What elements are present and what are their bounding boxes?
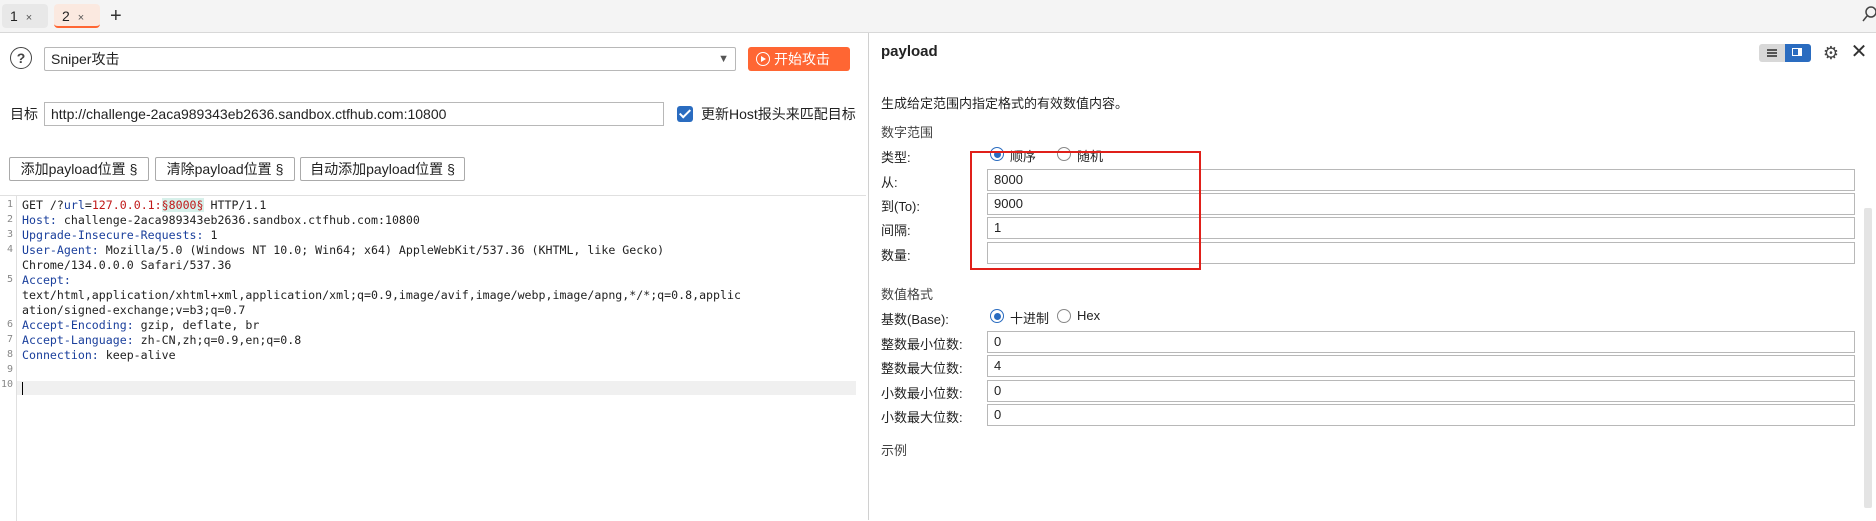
close-tab-icon[interactable]: × [26,12,32,24]
view-toggle [1759,44,1811,62]
tab-bar: 1 × 2 × + [0,0,1876,33]
number-format-heading: 数值格式 [881,287,934,302]
update-host-checkbox[interactable] [677,106,693,122]
base-decimal-radio[interactable] [990,309,1004,323]
from-label: 从: [881,175,898,190]
number-range-heading: 数字范围 [881,125,934,140]
header-upgrade-insecure: Upgrade-Insecure-Requests: 1 [22,228,218,242]
add-payload-position-button[interactable]: 添加payload位置 § [9,157,149,181]
line-number-gutter: 1 2 3 4 5 6 7 8 9 10 [0,196,17,521]
header-accept: Accept: [22,273,71,287]
close-tab-icon[interactable]: × [78,12,84,24]
panel-scrollbar[interactable] [1864,208,1872,508]
tab-1[interactable]: 1 × [2,4,48,28]
header-accept-language: Accept-Language: zh-CN,zh;q=0.9,en;q=0.8 [22,333,302,347]
type-label: 类型: [881,150,911,165]
panel-title: payload [881,43,938,60]
header-user-agent-cont: Chrome/134.0.0.0 Safari/537.36 [22,258,232,272]
payload-description: 生成给定范围内指定格式的有效数值内容。 [881,96,1129,111]
header-accept-cont: text/html,application/xhtml+xml,applicat… [22,288,741,302]
int-min-digits-input[interactable]: 0 [987,331,1855,353]
header-connection: Connection: keep-alive [22,348,176,362]
line-number: 4 [6,244,13,255]
examples-heading: 示例 [881,443,908,458]
help-icon[interactable]: ? [10,47,32,69]
line-number: 6 [6,319,13,330]
base-decimal-label: 十进制 [1010,311,1050,326]
tab-2[interactable]: 2 × [54,4,100,28]
header-user-agent: User-Agent: Mozilla/5.0 (Windows NT 10.0… [22,243,665,257]
close-icon[interactable]: ✕ [1849,41,1869,63]
line-number: 10 [1,379,14,390]
start-attack-button[interactable]: 开始攻击 [748,47,850,71]
gear-icon[interactable]: ⚙ [1821,43,1841,63]
add-tab-button[interactable]: + [110,4,122,28]
line-number: 5 [6,274,13,285]
int-max-digits-label: 整数最大位数: [881,361,963,376]
base-hex-label: Hex [1077,308,1101,323]
line-number: 1 [6,199,13,210]
request-line: GET /?url=127.0.0.1:§8000§ HTTP/1.1 [22,198,267,212]
tab-label: 2 [62,8,70,24]
current-line-highlight [17,381,856,395]
count-label: 数量: [881,248,911,263]
line-number: 3 [6,229,13,240]
frac-max-digits-input[interactable]: 0 [987,404,1855,426]
update-host-label: 更新Host报头来匹配目标 [701,106,856,122]
request-editor[interactable]: 1 2 3 4 5 6 7 8 9 10 GET /?url=127.0.0.1… [0,195,866,521]
line-number: 9 [6,364,13,375]
highlight-box [970,151,1201,270]
panel-view-icon[interactable] [1785,44,1811,62]
frac-min-digits-label: 小数最小位数: [881,386,963,401]
text-caret [22,382,23,395]
auto-add-payload-position-button[interactable]: 自动添加payload位置 § [300,157,465,181]
step-label: 间隔: [881,223,911,238]
attack-type-select[interactable]: Sniper攻击 ▼ [44,47,736,71]
base-label: 基数(Base): [881,312,949,327]
target-url-input[interactable]: http://challenge-2aca989343eb2636.sandbo… [44,102,664,126]
tab-label: 1 [10,8,18,24]
header-accept-encoding: Accept-Encoding: gzip, deflate, br [22,318,260,332]
frac-max-digits-label: 小数最大位数: [881,410,963,425]
header-host: Host: challenge-2aca989343eb2636.sandbox… [22,213,420,227]
chevron-down-icon: ▼ [718,53,729,65]
list-view-icon[interactable] [1759,44,1785,62]
play-circle-icon [756,52,770,66]
frac-min-digits-input[interactable]: 0 [987,380,1855,402]
payload-settings-panel: payload ⚙ ✕ 生成给定范围内指定格式的有效数值内容。 数字范围 类型:… [868,33,1876,520]
target-label: 目标 [10,106,38,122]
intruder-positions-pane: ? Sniper攻击 ▼ 开始攻击 目标 http://challenge-2a… [0,33,866,521]
header-accept-cont: ation/signed-exchange;v=b3;q=0.7 [22,303,246,317]
base-hex-radio[interactable] [1057,309,1071,323]
start-attack-label: 开始攻击 [774,51,830,67]
line-number: 8 [6,349,13,360]
int-max-digits-input[interactable]: 4 [987,355,1855,377]
search-icon[interactable] [1862,4,1876,26]
to-label: 到(To): [881,199,921,214]
line-number: 7 [6,334,13,345]
clear-payload-position-button[interactable]: 清除payload位置 § [155,157,295,181]
attack-type-value: Sniper攻击 [51,51,120,67]
int-min-digits-label: 整数最小位数: [881,337,963,352]
line-number: 2 [6,214,13,225]
payload-position-marker[interactable]: §8000§ [161,198,204,212]
